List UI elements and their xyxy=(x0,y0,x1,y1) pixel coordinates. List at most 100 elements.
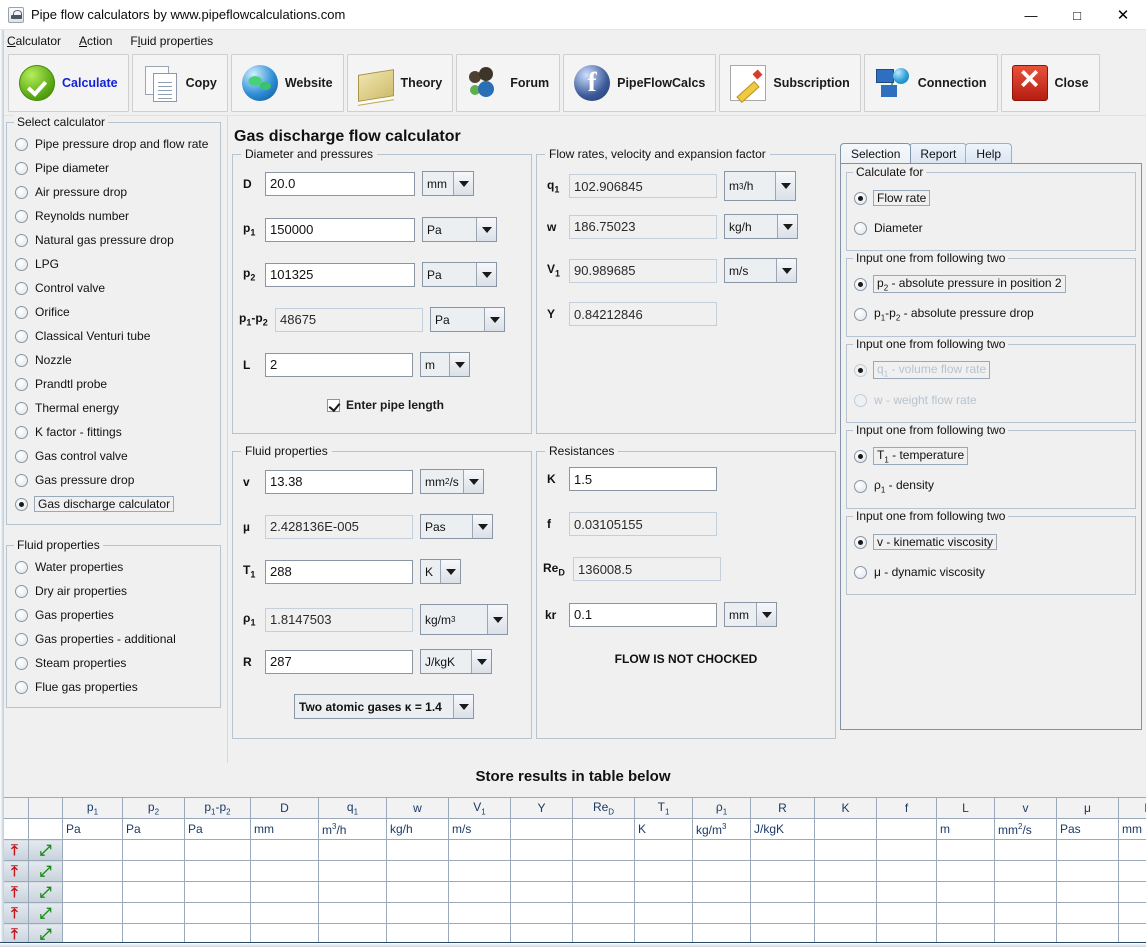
table-cell[interactable] xyxy=(122,881,185,903)
table-cell[interactable] xyxy=(62,881,123,903)
table-cell[interactable] xyxy=(692,860,751,882)
table-row[interactable]: ⤒ ⤢ xyxy=(0,881,1146,903)
table-cell[interactable] xyxy=(634,839,693,861)
table-cell[interactable] xyxy=(572,839,635,861)
table-cell[interactable] xyxy=(1118,860,1146,882)
red-up-arrow-icon[interactable]: ⤒ xyxy=(0,860,29,882)
green-down-arrow-icon[interactable]: ⤢ xyxy=(28,902,63,924)
sidebar-calculator-item-7[interactable]: Orifice xyxy=(15,300,212,324)
sidebar-calculator-item-13[interactable]: Gas control valve xyxy=(15,444,212,468)
table-cell[interactable] xyxy=(1118,902,1146,924)
table-cell[interactable] xyxy=(318,860,387,882)
green-down-arrow-icon[interactable]: ⤢ xyxy=(28,839,63,861)
table-cell[interactable] xyxy=(122,902,185,924)
connection-button[interactable]: Connection xyxy=(863,54,998,112)
table-cell[interactable] xyxy=(1056,860,1119,882)
sidebar-fluid-item-5[interactable]: Flue gas properties xyxy=(15,675,212,699)
sidebar-calculator-item-2[interactable]: Air pressure drop xyxy=(15,180,212,204)
table-cell[interactable] xyxy=(184,839,251,861)
table-cell[interactable] xyxy=(318,839,387,861)
enter-pipe-length-row[interactable]: Enter pipe length xyxy=(327,398,444,412)
unit-combo-dp[interactable]: Pa xyxy=(430,307,505,332)
table-cell[interactable] xyxy=(876,860,937,882)
menu-fluid-properties[interactable]: Fluid properties xyxy=(130,34,213,48)
table-cell[interactable] xyxy=(572,902,635,924)
table-cell[interactable] xyxy=(876,839,937,861)
table-cell[interactable] xyxy=(692,881,751,903)
table-cell[interactable] xyxy=(634,902,693,924)
table-cell[interactable] xyxy=(936,839,995,861)
sidebar-fluid-item-1[interactable]: Dry air properties xyxy=(15,579,212,603)
table-cell[interactable] xyxy=(448,860,511,882)
close-window-button[interactable]: ✕ xyxy=(1100,0,1146,30)
input-R[interactable]: 287 xyxy=(265,649,413,674)
selection-option-1-0[interactable]: p2 - absolute pressure in position 2 xyxy=(854,269,1128,299)
table-cell[interactable] xyxy=(750,902,815,924)
sidebar-calculator-item-0[interactable]: Pipe pressure drop and flow rate xyxy=(15,132,212,156)
table-cell[interactable] xyxy=(510,860,573,882)
menu-action[interactable]: Action xyxy=(79,34,112,48)
table-cell[interactable] xyxy=(1118,881,1146,903)
unit-combo-mu[interactable]: Pas xyxy=(420,514,493,539)
table-cell[interactable] xyxy=(510,902,573,924)
input-K[interactable]: 1.5 xyxy=(569,467,717,491)
table-cell[interactable] xyxy=(62,860,123,882)
results-table-wrapper[interactable]: p1p2p1-p2Dq1wV1YReDT1ρ1RKfLvμkrPaPaPammm… xyxy=(0,797,1146,945)
table-cell[interactable] xyxy=(634,860,693,882)
unit-combo-R[interactable]: J/kgK xyxy=(420,649,492,674)
table-cell[interactable] xyxy=(510,839,573,861)
sidebar-calculator-item-15[interactable]: Gas discharge calculator xyxy=(15,492,212,516)
website-button[interactable]: Website xyxy=(230,54,344,112)
table-cell[interactable] xyxy=(250,902,319,924)
input-L[interactable]: 2 xyxy=(265,352,413,377)
unit-combo-D[interactable]: mm xyxy=(422,171,474,196)
table-cell[interactable] xyxy=(318,902,387,924)
table-cell[interactable] xyxy=(122,860,185,882)
red-up-arrow-icon[interactable]: ⤒ xyxy=(0,881,29,903)
table-cell[interactable] xyxy=(1118,839,1146,861)
table-cell[interactable] xyxy=(250,881,319,903)
table-row[interactable]: ⤒ ⤢ xyxy=(0,839,1146,861)
unit-combo-kr[interactable]: mm xyxy=(724,602,777,627)
gas-type-combo[interactable]: Two atomic gases κ = 1.4 xyxy=(294,694,474,719)
table-cell[interactable] xyxy=(184,902,251,924)
tab-selection[interactable]: Selection xyxy=(840,143,912,163)
sidebar-fluid-item-4[interactable]: Steam properties xyxy=(15,651,212,675)
table-cell[interactable] xyxy=(184,860,251,882)
table-cell[interactable] xyxy=(750,839,815,861)
sidebar-calculator-item-8[interactable]: Classical Venturi tube xyxy=(15,324,212,348)
red-up-arrow-icon[interactable]: ⤒ xyxy=(0,902,29,924)
theory-button[interactable]: Theory xyxy=(346,54,454,112)
sidebar-calculator-item-3[interactable]: Reynolds number xyxy=(15,204,212,228)
sidebar-fluid-item-0[interactable]: Water properties xyxy=(15,555,212,579)
table-cell[interactable] xyxy=(250,839,319,861)
table-cell[interactable] xyxy=(994,902,1057,924)
input-p1[interactable]: 150000 xyxy=(265,217,415,242)
table-cell[interactable] xyxy=(876,902,937,924)
table-cell[interactable] xyxy=(62,902,123,924)
sidebar-calculator-item-1[interactable]: Pipe diameter xyxy=(15,156,212,180)
calculate-button[interactable]: Calculate xyxy=(8,54,129,112)
table-cell[interactable] xyxy=(814,860,877,882)
sidebar-calculator-item-14[interactable]: Gas pressure drop xyxy=(15,468,212,492)
copy-button[interactable]: Copy xyxy=(131,54,228,112)
maximize-button[interactable]: □ xyxy=(1054,0,1100,30)
selection-option-4-0[interactable]: v - kinematic viscosity xyxy=(854,527,1128,557)
sidebar-fluid-item-2[interactable]: Gas properties xyxy=(15,603,212,627)
table-cell[interactable] xyxy=(994,881,1057,903)
close-button[interactable]: Close xyxy=(1000,54,1100,112)
table-cell[interactable] xyxy=(936,860,995,882)
input-kr[interactable]: 0.1 xyxy=(569,602,717,627)
unit-combo-p2[interactable]: Pa xyxy=(422,262,497,287)
table-cell[interactable] xyxy=(814,902,877,924)
selection-option-3-0[interactable]: T1 - temperature xyxy=(854,441,1128,471)
table-cell[interactable] xyxy=(122,839,185,861)
table-cell[interactable] xyxy=(1056,839,1119,861)
table-cell[interactable] xyxy=(876,881,937,903)
selection-option-1-1[interactable]: p1-p2 - absolute pressure drop xyxy=(854,299,1128,329)
forum-button[interactable]: Forum xyxy=(456,54,561,112)
table-cell[interactable] xyxy=(936,902,995,924)
table-cell[interactable] xyxy=(510,881,573,903)
input-p2[interactable]: 101325 xyxy=(265,262,415,287)
minimize-button[interactable]: — xyxy=(1008,0,1054,30)
